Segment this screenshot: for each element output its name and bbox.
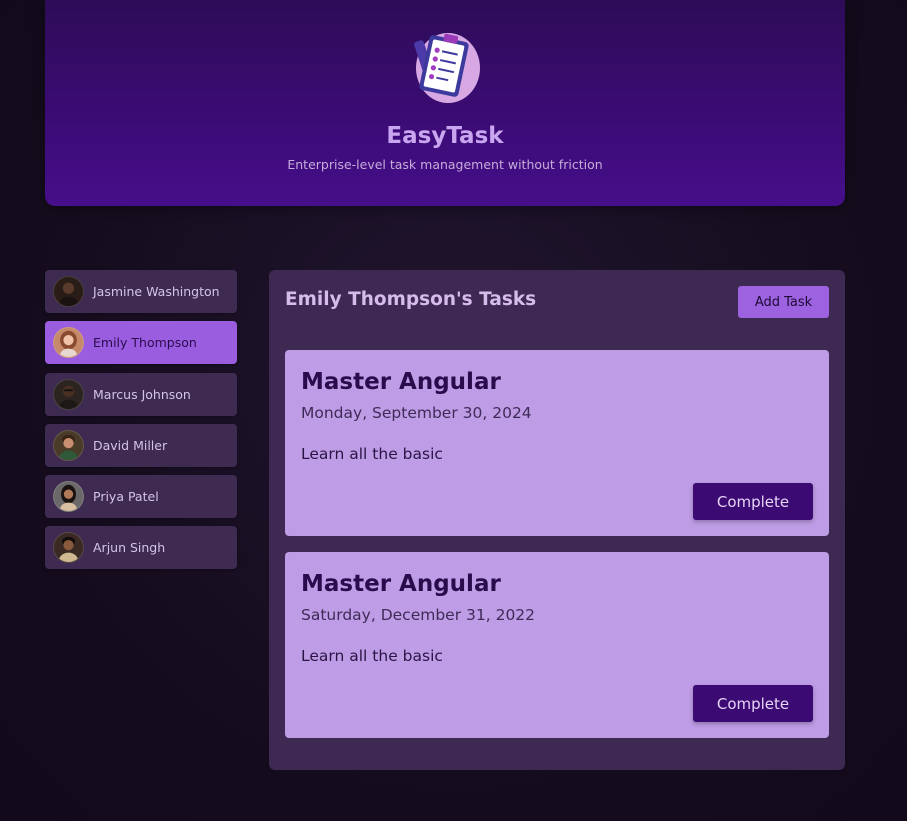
user-name: Arjun Singh: [93, 540, 166, 556]
app-title: EasyTask: [386, 123, 504, 149]
app-subtitle: Enterprise-level task management without…: [287, 157, 603, 172]
user-list: Jasmine Washington Emily Thompson Marcus…: [45, 270, 237, 578]
task-card: Master Angular Saturday, December 31, 20…: [285, 552, 829, 738]
task-list-clipboard-icon: [410, 30, 480, 104]
avatar: [53, 276, 84, 307]
tasks-title: Emily Thompson's Tasks: [285, 289, 537, 310]
task-description: Learn all the basic: [301, 647, 443, 665]
avatar: [53, 378, 84, 410]
avatar: [53, 481, 84, 513]
user-name: Jasmine Washington: [93, 284, 220, 299]
user-item-jasmine-washington[interactable]: Jasmine Washington: [45, 270, 237, 313]
task-title: Master Angular: [301, 369, 501, 395]
user-item-marcus-johnson[interactable]: Marcus Johnson: [45, 372, 237, 416]
task-card: Master Angular Monday, September 30, 202…: [285, 350, 829, 536]
complete-button[interactable]: Complete: [693, 483, 813, 520]
task-title: Master Angular: [301, 571, 501, 597]
avatar: [53, 532, 84, 564]
task-date: Monday, September 30, 2024: [301, 404, 532, 422]
user-item-arjun-singh[interactable]: Arjun Singh: [45, 526, 237, 570]
app-header: EasyTask Enterprise-level task managemen…: [45, 0, 845, 206]
user-item-emily-thompson[interactable]: Emily Thompson: [45, 321, 237, 365]
task-date: Saturday, December 31, 2022: [301, 606, 536, 624]
user-name: Priya Patel: [93, 489, 159, 505]
user-name: Marcus Johnson: [93, 386, 191, 402]
user-item-priya-patel[interactable]: Priya Patel: [45, 475, 237, 519]
task-description: Learn all the basic: [301, 445, 443, 463]
user-name: Emily Thompson: [93, 335, 197, 351]
complete-button[interactable]: Complete: [693, 685, 813, 722]
user-item-david-miller[interactable]: David Miller: [45, 423, 237, 467]
add-task-button[interactable]: Add Task: [738, 286, 829, 318]
user-name: David Miller: [93, 437, 168, 453]
avatar: [53, 429, 84, 461]
tasks-panel: Emily Thompson's Tasks Add Task Master A…: [269, 270, 845, 770]
avatar: [53, 327, 84, 359]
